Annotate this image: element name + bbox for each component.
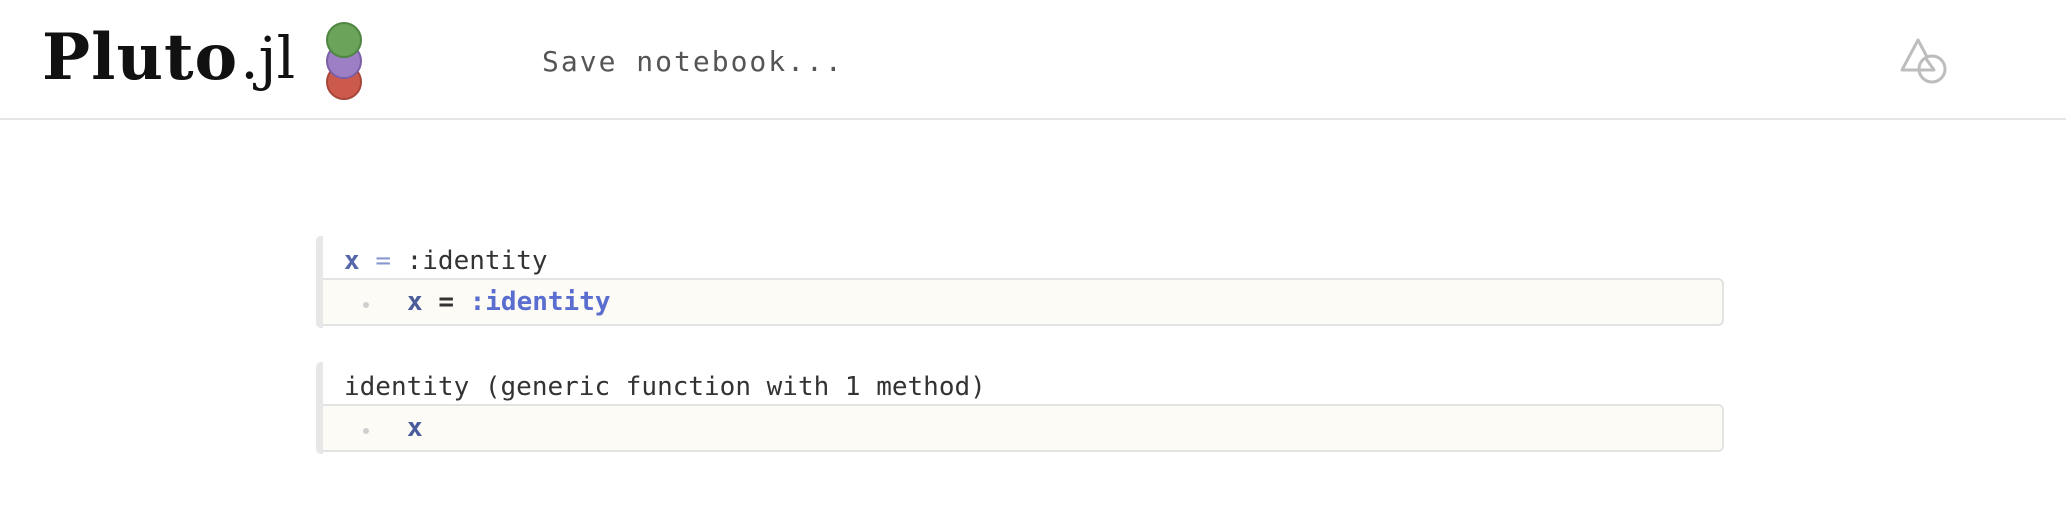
code-line[interactable]: x = :identity	[407, 280, 611, 324]
cell-output: identity (generic function with 1 method…	[344, 366, 986, 408]
logo-text-ext: .jl	[240, 24, 296, 92]
cell-shoulder[interactable]	[316, 362, 323, 454]
code-eq: =	[438, 287, 454, 317]
save-notebook-button[interactable]: Save notebook...	[542, 42, 844, 82]
pluto-logo[interactable]: Pluto .jl	[42, 20, 295, 96]
line-bullet	[363, 302, 369, 308]
code-editor[interactable]: x	[323, 404, 1724, 452]
logo-text-main: Pluto	[42, 20, 239, 95]
output-var: x	[344, 246, 360, 276]
notebook-cell: identity (generic function with 1 method…	[316, 362, 1724, 454]
cell-shoulder[interactable]	[316, 236, 323, 328]
logo-dots-icon	[324, 20, 364, 102]
code-var: x	[407, 413, 423, 443]
line-bullet	[363, 428, 369, 434]
code-var: x	[407, 287, 423, 317]
header: Pluto .jl Save notebook...	[0, 0, 2066, 120]
notebook-cell: x = :identity x = :identity	[316, 236, 1724, 328]
output-op: =	[375, 246, 391, 276]
cell-output: x = :identity	[344, 240, 548, 282]
output-text: identity (generic function with 1 method…	[344, 372, 986, 402]
code-value: :identity	[469, 287, 611, 317]
code-line[interactable]: x	[407, 406, 423, 450]
output-value: :identity	[406, 246, 548, 276]
shapes-icon[interactable]	[1898, 34, 1954, 90]
code-editor[interactable]: x = :identity	[323, 278, 1724, 326]
